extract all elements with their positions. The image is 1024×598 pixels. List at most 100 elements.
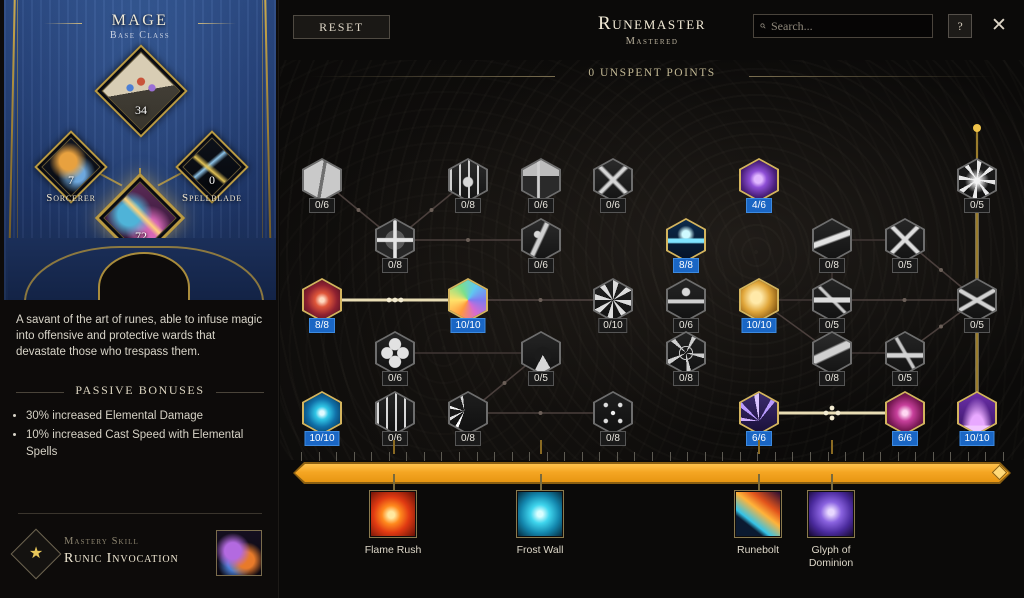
progress-tick	[301, 452, 302, 461]
skill-node[interactable]: 0/5	[812, 278, 852, 333]
node-hex-inner	[304, 393, 340, 433]
skill-slot[interactable]: Frost Wall	[516, 490, 564, 556]
skill-node[interactable]: 0/8	[812, 331, 852, 386]
purple-beam-icon	[959, 393, 995, 433]
skill-node[interactable]: 0/5	[885, 218, 925, 273]
spellblade-label: Spellblade	[182, 192, 242, 204]
skill-node[interactable]: 0/6	[521, 218, 561, 273]
skill-node[interactable]: 10/10	[739, 278, 779, 333]
sorcerer-label: Sorcerer	[46, 192, 96, 204]
node-hex-frame	[957, 158, 997, 202]
node-rank-badge: 0/6	[528, 198, 554, 213]
skill-node[interactable]: 0/6	[666, 278, 706, 333]
node-hex-inner	[668, 220, 704, 260]
skill-node[interactable]: 0/10	[593, 278, 633, 333]
node-hex-inner	[595, 280, 631, 320]
node-hex-inner	[450, 280, 486, 320]
mastery-skill-row[interactable]: ★ Mastery Skill Runic Invocation	[10, 528, 268, 586]
skill-node[interactable]: 0/8	[812, 218, 852, 273]
progress-bar-fill	[295, 464, 1009, 482]
cyan-ward-icon	[304, 393, 340, 433]
node-rank-badge: 0/8	[382, 258, 408, 273]
node-rank-badge: 0/8	[455, 431, 481, 446]
ward-heart-icon	[450, 160, 486, 200]
skill-frame	[369, 490, 417, 538]
skill-node[interactable]: 0/5	[521, 331, 561, 386]
skill-node[interactable]: 10/10	[448, 278, 488, 333]
skill-node[interactable]: 0/5	[957, 278, 997, 333]
node-rank-badge: 0/6	[309, 198, 335, 213]
skill-label: Flame Rush	[364, 544, 422, 556]
skill-node[interactable]: 0/6	[375, 331, 415, 386]
clover-icon	[377, 333, 413, 373]
progress-tick	[336, 452, 338, 461]
skill-node[interactable]: 0/8	[593, 391, 633, 446]
skill-node[interactable]: 0/6	[593, 158, 633, 213]
violet-shard-icon	[741, 160, 777, 200]
gem-burst-icon	[595, 160, 631, 200]
node-hex-frame	[739, 158, 779, 202]
node-hex-frame	[957, 278, 997, 322]
pillar-icon	[523, 160, 559, 200]
node-hex-frame	[666, 278, 706, 322]
node-hex-inner	[887, 220, 923, 260]
progress-tick	[862, 452, 864, 461]
skill-node[interactable]: 6/6	[739, 391, 779, 446]
class-sidebar: MAGE Base Class 34 7 Sorcerer 0 Spellbla…	[0, 0, 279, 598]
node-rank-badge: 0/5	[892, 258, 918, 273]
tome-icon	[304, 160, 340, 200]
node-hex-inner	[814, 280, 850, 320]
skill-node[interactable]: 0/6	[521, 158, 561, 213]
scroll-rune-icon	[814, 333, 850, 373]
skill-node[interactable]: 4/6	[739, 158, 779, 213]
progress-tick	[774, 452, 776, 461]
progress-tick	[687, 452, 689, 461]
node-hex-frame	[593, 391, 633, 435]
skill-slot[interactable]: Glyph of Dominion	[807, 490, 855, 569]
sorcerer-level: 7	[68, 173, 74, 187]
skill-node[interactable]: 0/8	[375, 218, 415, 273]
passive-bonus-item: 30% increased Elemental Damage	[26, 408, 266, 425]
node-hex-frame	[957, 391, 997, 435]
skill-node[interactable]: 10/10	[302, 391, 342, 446]
node-rank-badge: 0/8	[819, 371, 845, 386]
skill-node[interactable]: 0/8	[448, 158, 488, 213]
skill-slot[interactable]: Flame Rush	[365, 490, 421, 556]
node-hex-frame	[812, 218, 852, 262]
skill-node[interactable]: 0/6	[375, 391, 415, 446]
title-rule-left	[44, 23, 82, 24]
node-hex-frame	[302, 391, 342, 435]
skill-node[interactable]: 8/8	[302, 278, 342, 333]
passive-bonus-list: 30% increased Elemental Damage 10% incre…	[26, 408, 266, 463]
class-banner: MAGE Base Class 34 7 Sorcerer 0 Spellbla…	[4, 0, 276, 300]
skill-node[interactable]: 0/8	[448, 391, 488, 446]
orb-cross-icon	[377, 220, 413, 260]
skill-node[interactable]: 10/10	[957, 391, 997, 446]
progress-tick	[897, 452, 899, 461]
base-class-level: 34	[135, 103, 147, 117]
runic-invocation-icon[interactable]	[216, 530, 262, 576]
node-rank-badge: 10/10	[304, 431, 340, 446]
skill-node[interactable]: 6/6	[885, 391, 925, 446]
skill-node[interactable]: 8/8	[666, 218, 706, 273]
skill-slot[interactable]: Runebolt	[734, 490, 782, 556]
node-rank-badge: 10/10	[959, 431, 995, 446]
node-hex-inner	[523, 333, 559, 373]
skill-node[interactable]: 0/6	[302, 158, 342, 213]
progress-tick	[494, 452, 496, 461]
progress-tick	[985, 452, 987, 461]
base-class-node[interactable]	[94, 44, 188, 138]
tome-icon	[101, 51, 181, 131]
gold-horn-icon	[741, 280, 777, 320]
snowflake-icon	[595, 393, 631, 433]
skill-node[interactable]: 0/5	[957, 158, 997, 213]
node-hex-inner	[959, 160, 995, 200]
progress-tick	[950, 452, 952, 461]
class-title-text: MAGE	[111, 12, 169, 29]
skill-node[interactable]: 0/8	[666, 331, 706, 386]
level-progress-bar[interactable]	[293, 452, 1011, 486]
skill-node[interactable]: 0/5	[885, 331, 925, 386]
red-rune-icon	[304, 280, 340, 320]
totem-rune-icon	[887, 333, 923, 373]
node-hex-inner	[887, 393, 923, 433]
